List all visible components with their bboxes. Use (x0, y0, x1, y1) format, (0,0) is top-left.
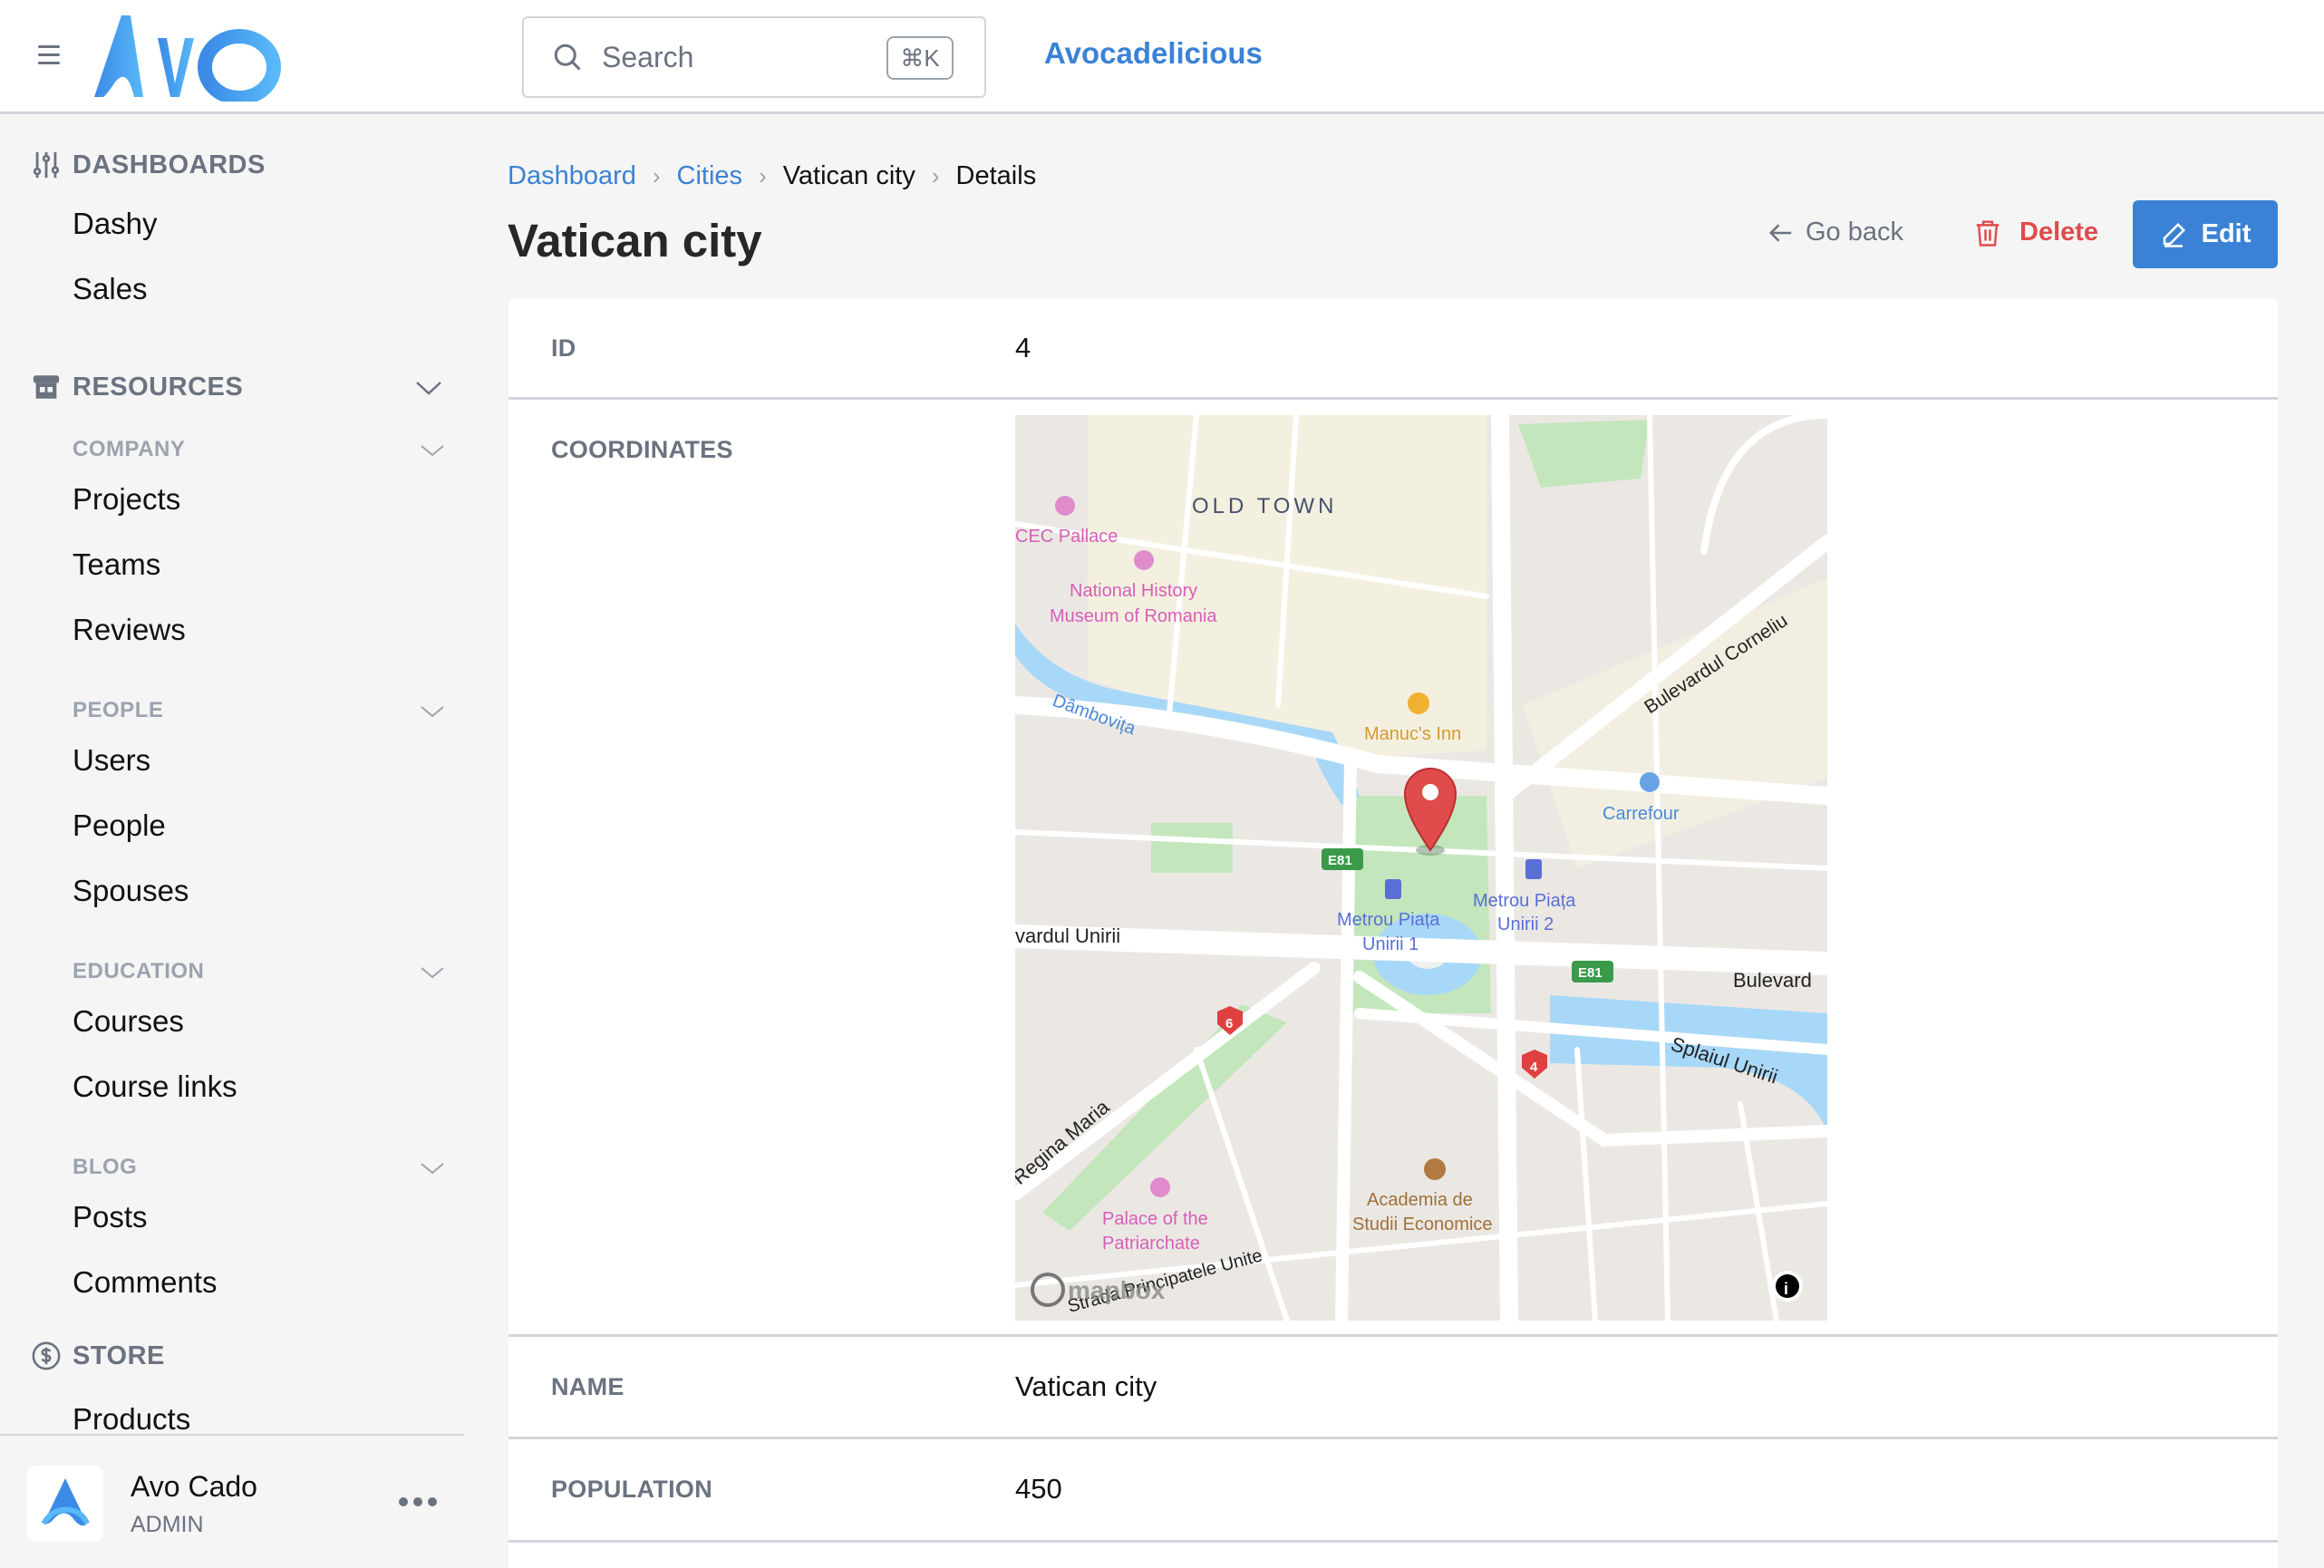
sidebar-divider (0, 1434, 464, 1436)
search-shortcut-badge: ⌘K (886, 36, 954, 80)
svg-text:Carrefour: Carrefour (1603, 804, 1680, 824)
field-value: 4 (1015, 332, 1031, 363)
svg-text:Metrou Piața: Metrou Piața (1337, 910, 1440, 930)
sidebar-item-teams[interactable]: Teams (73, 547, 160, 582)
field-row-id: ID 4 (508, 298, 2278, 400)
user-avatar[interactable] (27, 1466, 103, 1542)
svg-text:Metrou Piața: Metrou Piața (1473, 891, 1576, 911)
user-role: ADMIN (131, 1512, 204, 1537)
app-name-link[interactable]: Avocadelicious (1044, 36, 1263, 71)
trash-icon (1976, 219, 2000, 247)
sidebar-section-resources[interactable]: RESOURCES (31, 372, 448, 402)
svg-text:Bulevard: Bulevard (1733, 969, 1812, 992)
sidebar-section-dashboards: DASHBOARDS (31, 150, 266, 180)
chevron-down-icon[interactable] (415, 380, 442, 396)
svg-text:Patriarchate: Patriarchate (1102, 1234, 1200, 1253)
sidebar-section-label: STORE (73, 1341, 165, 1370)
sidebar-section-label: RESOURCES (73, 372, 244, 402)
svg-text:6: 6 (1225, 1016, 1233, 1031)
svg-text:Manuc's Inn: Manuc's Inn (1364, 724, 1461, 744)
go-back-label: Go back (1806, 218, 1903, 247)
breadcrumb-dashboard[interactable]: Dashboard (508, 161, 636, 191)
hamburger-icon[interactable] (38, 45, 60, 65)
field-label: ID (551, 334, 576, 362)
sidebar-section-label: DASHBOARDS (73, 150, 266, 179)
svg-text:E81: E81 (1578, 965, 1603, 981)
sidebar-item-dashy[interactable]: Dashy (73, 207, 158, 241)
dollar-circle-icon (32, 1341, 61, 1370)
svg-text:Studii Economice: Studii Economice (1352, 1215, 1493, 1234)
chevron-down-icon[interactable] (419, 442, 446, 459)
sidebar-item-course-links[interactable]: Course links (73, 1070, 237, 1104)
field-label: COORDINATES (551, 436, 733, 463)
sidebar-group-company[interactable]: COMPANY (73, 437, 185, 462)
user-name: Avo Cado (131, 1470, 257, 1503)
svg-text:E81: E81 (1328, 853, 1352, 868)
field-value: 450 (1015, 1473, 1062, 1505)
sidebar-group-blog[interactable]: BLOG (73, 1155, 137, 1180)
sidebar-item-posts[interactable]: Posts (73, 1200, 148, 1234)
sidebar-item-users[interactable]: Users (73, 743, 150, 778)
sidebar-group-education[interactable]: EDUCATION (73, 959, 204, 984)
svg-text:mapbox: mapbox (1068, 1276, 1166, 1304)
breadcrumb: Dashboard › Cities › Vatican city › Deta… (508, 161, 1036, 191)
search-icon (554, 44, 581, 71)
arrow-left-icon (1768, 223, 1792, 242)
details-card: ID 4 COORDINATES OLD TOWN CEC Pallace Na… (508, 298, 2278, 1568)
map-info-icon: i (1772, 1271, 1803, 1302)
map-view[interactable]: OLD TOWN CEC Pallace National History Mu… (1015, 415, 1827, 1321)
edit-button[interactable]: Edit (2133, 200, 2278, 268)
sidebar-group-people[interactable]: PEOPLE (73, 698, 163, 723)
svg-text:Unirii 2: Unirii 2 (1497, 915, 1554, 934)
sidebar-section-store: STORE (31, 1341, 165, 1371)
field-value: Vatican city (1015, 1370, 1157, 1402)
field-label: NAME (551, 1373, 625, 1400)
sidebar-item-products[interactable]: Products (73, 1402, 190, 1437)
sidebar-item-comments[interactable]: Comments (73, 1265, 218, 1300)
svg-text:4: 4 (1530, 1060, 1538, 1075)
chevron-right-icon: › (759, 162, 767, 189)
sliders-icon (33, 151, 60, 179)
chevron-right-icon: › (652, 162, 661, 189)
map-district-label: OLD TOWN (1192, 494, 1337, 518)
field-label: POPULATION (551, 1476, 712, 1503)
svg-text:Palace of the: Palace of the (1102, 1209, 1208, 1229)
field-row-name: NAME Vatican city (508, 1337, 2278, 1439)
edit-label: Edit (2201, 219, 2251, 248)
chevron-down-icon[interactable] (419, 964, 446, 981)
svg-text:vardul Unirii: vardul Unirii (1015, 924, 1120, 947)
svg-text:i: i (1784, 1280, 1788, 1298)
search-input[interactable]: Search ⌘K (522, 16, 986, 98)
pencil-icon (2163, 222, 2185, 247)
page-title: Vatican city (508, 215, 762, 266)
sidebar-item-reviews[interactable]: Reviews (73, 613, 186, 647)
breadcrumb-cities[interactable]: Cities (677, 161, 743, 191)
sidebar-item-projects[interactable]: Projects (73, 482, 180, 517)
chevron-down-icon[interactable] (419, 703, 446, 720)
sidebar: DASHBOARDS Dashy Sales RESOURCES COMPANY… (0, 117, 464, 1568)
search-placeholder: Search (602, 40, 694, 73)
svg-text:National History: National History (1070, 581, 1197, 601)
delete-button[interactable]: Delete (1974, 218, 2098, 247)
breadcrumb-details: Details (955, 161, 1037, 190)
svg-text:Unirii 1: Unirii 1 (1362, 934, 1419, 954)
svg-text:CEC Pallace: CEC Pallace (1015, 527, 1118, 547)
top-header: Search ⌘K Avocadelicious (0, 0, 2324, 114)
chevron-down-icon[interactable] (419, 1160, 446, 1176)
sidebar-item-courses[interactable]: Courses (73, 1004, 184, 1039)
avo-logo[interactable] (87, 11, 305, 102)
sidebar-item-spouses[interactable]: Spouses (73, 874, 189, 908)
field-row-coordinates: COORDINATES OLD TOWN CEC Pallace Nationa… (508, 400, 2278, 1337)
more-options-icon[interactable] (399, 1497, 437, 1506)
storefront-icon (33, 375, 60, 399)
go-back-button[interactable]: Go back (1767, 218, 1903, 247)
field-row-population: POPULATION 450 (508, 1439, 2278, 1543)
delete-label: Delete (2019, 218, 2099, 247)
svg-text:Museum of Romania: Museum of Romania (1050, 606, 1217, 626)
breadcrumb-record: Vatican city (782, 161, 915, 190)
chevron-right-icon: › (931, 162, 940, 189)
sidebar-item-sales[interactable]: Sales (73, 272, 148, 306)
svg-text:Academia de: Academia de (1367, 1190, 1473, 1210)
sidebar-item-people[interactable]: People (73, 808, 166, 843)
